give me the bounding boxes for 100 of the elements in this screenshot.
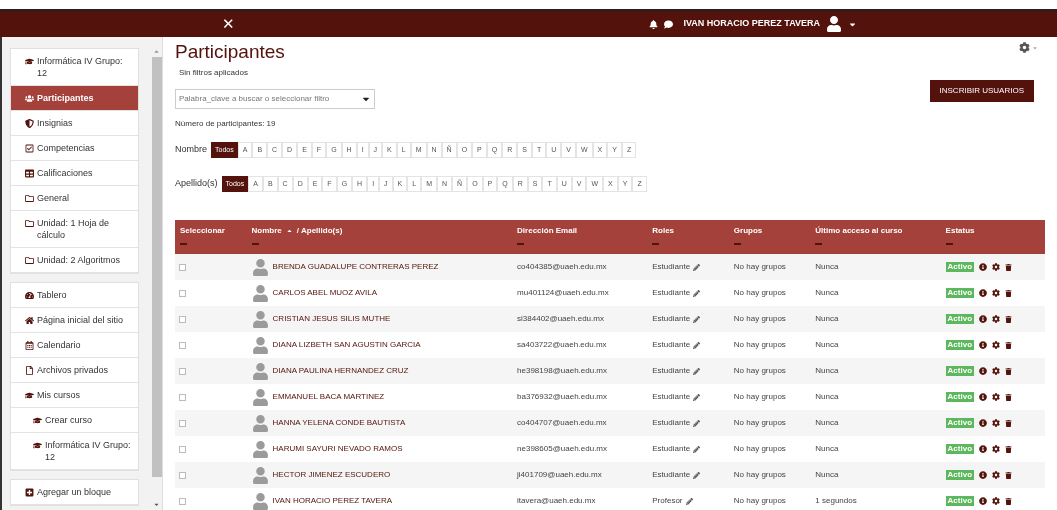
email-text: ji401709@uaeh.edu.mx: [517, 469, 603, 481]
filter-label: Apellido(s): [175, 177, 218, 191]
trash-icon[interactable]: [1005, 393, 1013, 401]
settings-icon[interactable]: [992, 471, 1001, 479]
info-icon[interactable]: [979, 471, 988, 479]
trash-icon[interactable]: [1005, 497, 1013, 505]
enrol-users-button[interactable]: INSCRIBIR USUARIOS: [929, 80, 1034, 102]
pencil-icon[interactable]: [693, 471, 701, 479]
trash-icon[interactable]: [1005, 471, 1013, 479]
info-icon[interactable]: [979, 393, 988, 401]
last-access-text: Nunca: [815, 365, 840, 377]
trash-icon[interactable]: [1005, 315, 1013, 323]
groups-text: No hay grupos: [733, 443, 787, 455]
pencil-icon[interactable]: [693, 445, 701, 453]
role-text: Estudiante: [652, 261, 691, 273]
row-checkbox[interactable]: [179, 263, 186, 271]
trash-icon[interactable]: [1005, 445, 1013, 453]
calendar-icon: [25, 341, 34, 350]
avatar-icon: [251, 466, 269, 484]
settings-icon[interactable]: [992, 263, 1001, 271]
row-checkbox[interactable]: [179, 315, 186, 323]
pencil-icon[interactable]: [693, 315, 701, 323]
column-header[interactable]: Último acceso al curso: [815, 225, 903, 237]
folder-icon: [25, 194, 34, 203]
row-checkbox[interactable]: [179, 497, 186, 505]
status-badge: Activo: [945, 314, 975, 324]
row-checkbox[interactable]: [179, 419, 186, 427]
settings-icon[interactable]: [992, 497, 1001, 505]
pencil-icon[interactable]: [693, 419, 701, 427]
info-icon[interactable]: [979, 367, 988, 375]
graduation-cap-icon: [25, 391, 34, 400]
role-text: Estudiante: [652, 287, 691, 299]
column-header[interactable]: / Apellido(s): [296, 225, 343, 237]
pencil-icon[interactable]: [693, 289, 701, 297]
status-badge: Activo: [945, 496, 975, 506]
column-header[interactable]: Nombre: [251, 225, 282, 237]
role-text: Estudiante: [652, 313, 691, 325]
settings-icon[interactable]: [992, 289, 1001, 297]
trash-icon[interactable]: [1005, 289, 1013, 297]
info-icon[interactable]: [979, 445, 988, 453]
last-access-text: Nunca: [815, 339, 840, 351]
participant-name[interactable]: DIANA LIZBETH SAN AGUSTIN GARCIA: [272, 339, 421, 351]
filter-note: Sin filtros aplicados: [178, 67, 249, 79]
participant-name[interactable]: DIANA PAULINA HERNANDEZ CRUZ: [272, 365, 409, 377]
row-checkbox[interactable]: [179, 445, 186, 453]
column-header[interactable]: Grupos: [733, 225, 763, 237]
participant-name[interactable]: HECTOR JIMENEZ ESCUDERO: [272, 469, 391, 481]
trash-icon[interactable]: [1005, 341, 1013, 349]
sidebar-item[interactable]: Participantes: [11, 86, 139, 111]
participant-name[interactable]: IVAN HORACIO PEREZ TAVERA: [272, 495, 393, 507]
participant-name[interactable]: CARLOS ABEL MUOZ AVILA: [272, 287, 378, 299]
participant-name[interactable]: HARUMI SAYURI NEVADO RAMOS: [272, 443, 403, 455]
avatar-icon[interactable]: [826, 16, 842, 32]
pencil-icon[interactable]: [693, 393, 701, 401]
user-name[interactable]: IVAN HORACIO PEREZ TAVERA: [683, 17, 820, 31]
row-checkbox[interactable]: [179, 393, 186, 401]
settings-icon[interactable]: [1019, 42, 1030, 53]
avatar-icon: [251, 492, 269, 510]
settings-icon[interactable]: [992, 367, 1001, 375]
filter-field[interactable]: Palabra_clave a buscar o seleccionar filtro: [175, 89, 375, 109]
participant-name[interactable]: EMMANUEL BACA MARTINEZ: [272, 391, 385, 403]
last-access-text: 1 segundos: [815, 495, 858, 507]
participant-name[interactable]: HANNA YELENA CONDE BAUTISTA: [272, 417, 406, 429]
column-header[interactable]: Dirección Email: [517, 225, 578, 237]
pencil-icon[interactable]: [693, 263, 701, 271]
participant-name[interactable]: CRISTIAN JESUS SILIS MUTHE: [272, 313, 391, 325]
row-checkbox[interactable]: [179, 471, 186, 479]
settings-icon[interactable]: [992, 393, 1001, 401]
info-icon[interactable]: [979, 315, 988, 323]
info-icon[interactable]: [979, 263, 988, 271]
pencil-icon[interactable]: [693, 341, 701, 349]
row-checkbox[interactable]: [179, 289, 186, 297]
info-icon[interactable]: [979, 289, 988, 297]
trash-icon[interactable]: [1005, 367, 1013, 375]
users-icon: [25, 94, 34, 103]
settings-icon[interactable]: [992, 445, 1001, 453]
bell-icon[interactable]: [649, 19, 659, 29]
pencil-icon[interactable]: [685, 497, 693, 505]
info-icon[interactable]: [979, 497, 988, 505]
column-header[interactable]: Seleccionar: [180, 225, 225, 237]
settings-icon[interactable]: [992, 419, 1001, 427]
scroll-down-icon[interactable]: [153, 501, 161, 508]
row-checkbox[interactable]: [179, 341, 186, 349]
settings-icon[interactable]: [992, 315, 1001, 323]
info-icon[interactable]: [979, 341, 988, 349]
row-checkbox[interactable]: [179, 367, 186, 375]
last-access-text: Nunca: [815, 287, 840, 299]
folder-icon: [25, 256, 34, 265]
trash-icon[interactable]: [1005, 263, 1013, 271]
gauge-icon: [25, 291, 34, 300]
info-icon[interactable]: [979, 419, 988, 427]
column-header[interactable]: Estatus: [945, 225, 975, 237]
table-icon: [25, 169, 34, 178]
settings-icon[interactable]: [992, 341, 1001, 349]
chat-icon[interactable]: [664, 19, 674, 29]
close-button[interactable]: ✕: [222, 12, 235, 36]
trash-icon[interactable]: [1005, 419, 1013, 427]
pencil-icon[interactable]: [693, 367, 701, 375]
participant-name[interactable]: BRENDA GUADALUPE CONTRERAS PEREZ: [272, 261, 439, 273]
column-header[interactable]: Roles: [652, 225, 675, 237]
